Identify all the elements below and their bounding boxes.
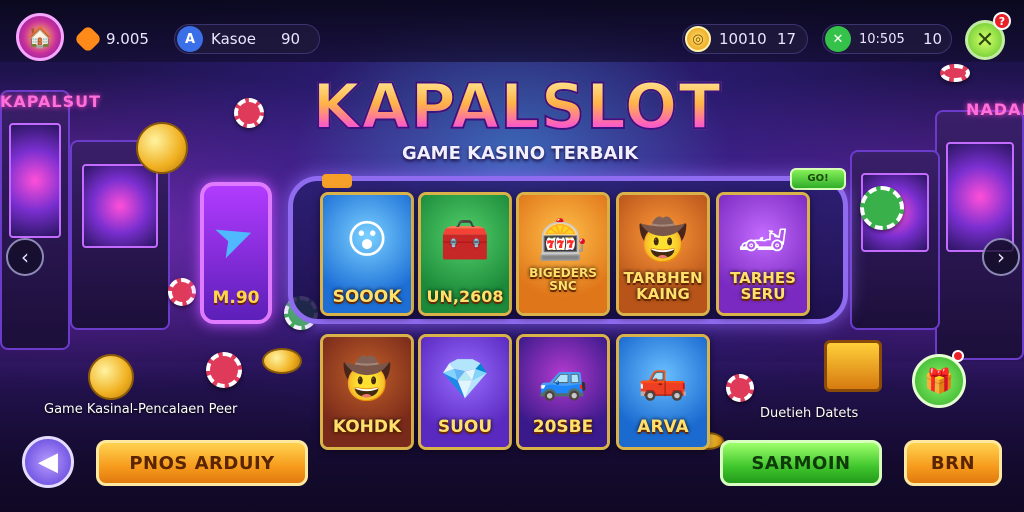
chevron-left-icon: ‹ (21, 245, 29, 269)
game-title: BIGEDERS SNC (529, 266, 597, 293)
notification-badge: ? (993, 12, 1011, 30)
game-title: TARBHEN KAING (623, 269, 703, 303)
character-icon: 😮 (346, 216, 388, 263)
cash-balance: 10:505 (859, 31, 905, 47)
slot-machine-right (935, 110, 1024, 360)
coin-icon: ◎ (685, 26, 711, 52)
primary-action-button[interactable]: PNOS ARDUIY (96, 440, 308, 486)
carousel-prev-button[interactable]: ‹ (6, 238, 44, 276)
game-title: KOHDK (332, 417, 402, 437)
shield-badge-icon (73, 24, 103, 54)
player-name: Kasoe (211, 30, 256, 48)
game-tile[interactable]: 🏎 TARHES SERU (716, 192, 810, 316)
paper-plane-icon: ➤ (205, 204, 263, 272)
cash-balance-extra: 10 (923, 30, 943, 48)
slot-machine-right-2 (850, 150, 940, 330)
chevron-right-icon: › (997, 245, 1005, 269)
game-subtitle: GAME KASINO TERBAIK (401, 143, 639, 164)
promo-card[interactable]: ➤ M.90 (200, 182, 272, 324)
poker-chip-decoration (168, 278, 196, 306)
poker-chip-decoration (940, 64, 970, 82)
frame-tag-right[interactable]: GO! (790, 168, 846, 190)
promo-value: M.90 (212, 288, 260, 308)
game-tile[interactable]: 🎰 BIGEDERS SNC (516, 192, 610, 316)
caption-right: Duetieh Datets (760, 406, 859, 421)
game-logo: KAPALSLOT (292, 71, 742, 143)
green-action-button[interactable]: SARMOIN (720, 440, 882, 486)
poker-chip-decoration (206, 352, 242, 388)
gold-coin-decoration (88, 354, 134, 400)
secondary-action-button[interactable]: BRN (904, 440, 1002, 486)
truck-icon: 🚙 (538, 356, 588, 403)
poker-chip-decoration (726, 374, 754, 402)
car-badge-icon: 🏎 (737, 217, 789, 264)
coin-balance-extra: 17 (777, 30, 797, 48)
gift-button[interactable]: 🎁 (912, 354, 966, 408)
game-tile[interactable]: 🤠 TARBHEN KAING (616, 192, 710, 316)
close-icon: ✕ (975, 27, 995, 53)
coin-balance: 10010 (719, 30, 767, 48)
caption-left: Game Kasinal-Pencalaen Peer (44, 402, 238, 417)
game-tile[interactable]: 😮 SOOOK (320, 192, 414, 316)
game-tile[interactable]: 🚙 20SBE (516, 334, 610, 450)
gem-icon: 💎 (440, 356, 490, 403)
game-title: 20SBE (532, 417, 594, 437)
back-arrow-icon: ◀ (38, 447, 58, 477)
game-tile[interactable]: 🛻 ARVA (616, 334, 710, 450)
coin-balance-pill[interactable]: ◎ 10010 17 (682, 24, 808, 54)
game-title: UN,2608 (426, 287, 504, 306)
cash-icon: ✕ (825, 26, 851, 52)
treasure-chest-decoration (824, 340, 882, 392)
game-tile[interactable]: 🤠 KOHDK (320, 334, 414, 450)
back-button[interactable]: ◀ (22, 436, 74, 488)
poker-chip-decoration (234, 98, 264, 128)
level-pill: 9.005 (73, 24, 162, 54)
carousel-next-button[interactable]: › (982, 238, 1020, 276)
level-value: 9.005 (106, 30, 149, 48)
player-avatar[interactable]: 🏠 (16, 13, 64, 61)
pirate-icon: 🤠 (638, 217, 688, 264)
game-title: SUOU (437, 417, 493, 437)
neon-sign-right: NADAE (966, 100, 1024, 119)
frame-tag-left (322, 174, 352, 188)
player-name-extra: 90 (281, 30, 301, 48)
gift-notification-dot (952, 350, 964, 362)
slot-machine-left (0, 90, 70, 350)
rank-icon: A (177, 26, 203, 52)
poker-chip-decoration (860, 186, 904, 230)
game-tile[interactable]: 💎 SUOU (418, 334, 512, 450)
game-tile[interactable]: 🧰 UN,2608 (418, 192, 512, 316)
game-title: ARVA (637, 417, 689, 437)
gold-coin-decoration (262, 348, 302, 374)
slot-reel-icon: 🎰 (538, 217, 588, 264)
gift-icon: 🎁 (924, 367, 954, 395)
game-title: TARHES SERU (730, 269, 796, 303)
player-name-pill: A Kasoe 90 (174, 24, 320, 54)
cowboy-icon: 🤠 (342, 356, 392, 403)
red-truck-icon: 🛻 (638, 356, 688, 403)
gold-coin-decoration (136, 122, 188, 174)
chest-icon: 🧰 (440, 217, 490, 264)
neon-sign-left: KAPALSUT (0, 92, 102, 111)
cash-balance-pill[interactable]: ✕ 10:505 10 (822, 24, 952, 54)
house-icon: 🏠 (27, 25, 53, 49)
game-title: SOOOK (332, 287, 402, 307)
